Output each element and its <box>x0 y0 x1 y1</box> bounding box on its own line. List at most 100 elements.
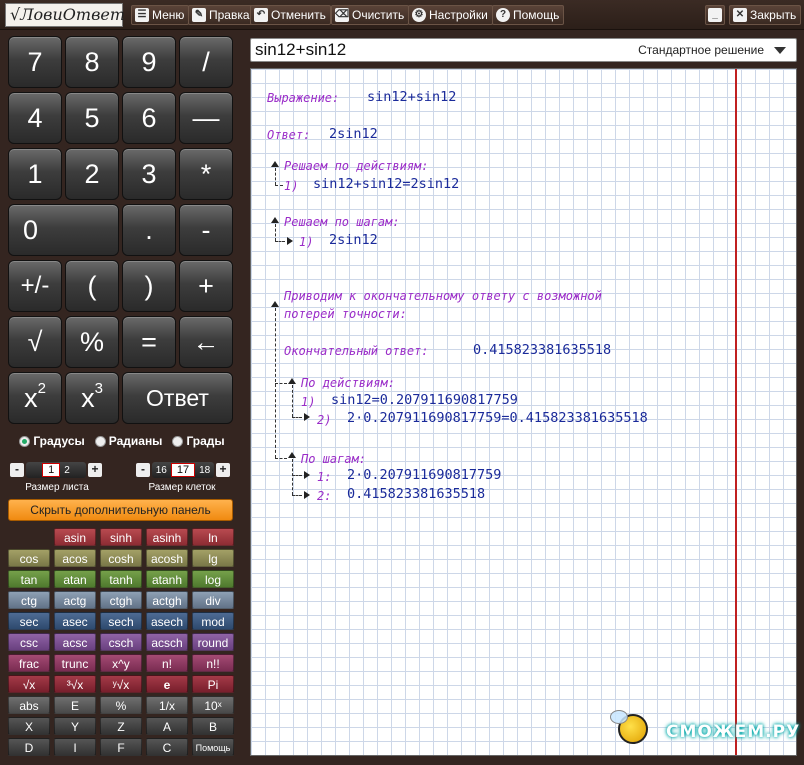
fn-asin[interactable]: asin <box>54 528 96 546</box>
fn-yroot-x[interactable]: ʸ√x <box>100 675 142 693</box>
key-8[interactable]: 8 <box>65 36 119 88</box>
fn-acosh[interactable]: acosh <box>146 549 188 567</box>
var-d[interactable]: D <box>8 738 50 756</box>
fn-help[interactable]: Помощь <box>192 738 234 756</box>
fn-percent[interactable]: % <box>100 696 142 714</box>
cell-size-track[interactable]: 16 17 18 <box>152 462 214 478</box>
var-z[interactable]: Z <box>100 717 142 735</box>
fn-e[interactable]: e <box>146 675 188 693</box>
minimize-button[interactable]: _ <box>705 5 725 25</box>
key-5[interactable]: 5 <box>65 92 119 144</box>
var-a[interactable]: A <box>146 717 188 735</box>
fn-tan[interactable]: tan <box>8 570 50 588</box>
fn-cosh[interactable]: cosh <box>100 549 142 567</box>
help-button[interactable]: ? Помощь <box>492 5 565 25</box>
key-3[interactable]: 3 <box>122 148 176 200</box>
key-x-squared[interactable]: x2 <box>8 372 62 424</box>
fn-sinh[interactable]: sinh <box>100 528 142 546</box>
key-0[interactable]: 0 <box>8 204 119 256</box>
fn-asinh[interactable]: asinh <box>146 528 188 546</box>
expand-icon[interactable] <box>287 237 293 245</box>
key-backspace[interactable]: ← <box>179 316 233 368</box>
fn-csc[interactable]: csc <box>8 633 50 651</box>
fn-acos[interactable]: acos <box>54 549 96 567</box>
fn-csch[interactable]: csch <box>100 633 142 651</box>
key-7[interactable]: 7 <box>8 36 62 88</box>
fn-sqrt-x[interactable]: √x <box>8 675 50 693</box>
radio-degrees-dot[interactable] <box>19 435 31 447</box>
expand-icon[interactable] <box>304 491 310 499</box>
answer-button[interactable]: Ответ <box>122 372 233 424</box>
key-9[interactable]: 9 <box>122 36 176 88</box>
var-b[interactable]: B <box>192 717 234 735</box>
edit-button[interactable]: ✎ Правка <box>188 5 255 25</box>
fn-log[interactable]: log <box>192 570 234 588</box>
hide-panel-button[interactable]: Скрыть дополнительную панель <box>8 499 233 521</box>
solution-mode-select[interactable]: Стандартное решение <box>638 43 786 57</box>
key-divide[interactable]: / <box>179 36 233 88</box>
radio-grads[interactable]: Грады <box>172 434 225 448</box>
fn-acsc[interactable]: acsc <box>54 633 96 651</box>
var-i[interactable]: I <box>54 738 96 756</box>
key-1[interactable]: 1 <box>8 148 62 200</box>
key-percent[interactable]: % <box>65 316 119 368</box>
fn-lg[interactable]: lg <box>192 549 234 567</box>
fn-trunc[interactable]: trunc <box>54 654 96 672</box>
key-x-cubed[interactable]: x3 <box>65 372 119 424</box>
key-equals[interactable]: = <box>122 316 176 368</box>
fn-ctgh[interactable]: ctgh <box>100 591 142 609</box>
fn-cbrt-x[interactable]: ³√x <box>54 675 96 693</box>
fn-atanh[interactable]: atanh <box>146 570 188 588</box>
key-fraction[interactable]: — <box>179 92 233 144</box>
radio-grads-dot[interactable] <box>172 435 184 447</box>
clear-button[interactable]: ⌫ Очистить <box>331 5 410 25</box>
fn-inverse[interactable]: 1/x <box>146 696 188 714</box>
var-y[interactable]: Y <box>54 717 96 735</box>
key-decimal[interactable]: . <box>122 204 176 256</box>
settings-button[interactable]: ⚙ Настройки <box>408 5 493 25</box>
cell-size-increase[interactable]: + <box>216 463 230 477</box>
fn-asec[interactable]: asec <box>54 612 96 630</box>
fn-sech[interactable]: sech <box>100 612 142 630</box>
fn-cos[interactable]: cos <box>8 549 50 567</box>
key-multiply[interactable]: * <box>179 148 233 200</box>
fn-ten-pow-x[interactable]: 10ˣ <box>192 696 234 714</box>
collapse-icon[interactable] <box>288 378 296 384</box>
fn-double-factorial[interactable]: n!! <box>192 654 234 672</box>
sheet-size-increase[interactable]: + <box>88 463 102 477</box>
radio-radians-dot[interactable] <box>94 435 106 447</box>
collapse-icon[interactable] <box>271 301 279 307</box>
fn-div[interactable]: div <box>192 591 234 609</box>
expand-icon[interactable] <box>304 471 310 479</box>
undo-button[interactable]: ↶ Отменить <box>250 5 331 25</box>
fn-factorial[interactable]: n! <box>146 654 188 672</box>
fn-tanh[interactable]: tanh <box>100 570 142 588</box>
sheet-size-decrease[interactable]: - <box>10 463 24 477</box>
key-minus[interactable]: - <box>179 204 233 256</box>
radio-radians[interactable]: Радианы <box>94 434 162 448</box>
key-plus[interactable]: + <box>179 260 233 312</box>
expression-bar[interactable]: sin12+sin12 Стандартное решение <box>250 38 797 62</box>
var-x[interactable]: X <box>8 717 50 735</box>
fn-asech[interactable]: asech <box>146 612 188 630</box>
fn-round[interactable]: round <box>192 633 234 651</box>
fn-mod[interactable]: mod <box>192 612 234 630</box>
fn-frac[interactable]: frac <box>8 654 50 672</box>
fn-pi[interactable]: Pi <box>192 675 234 693</box>
cell-size-decrease[interactable]: - <box>136 463 150 477</box>
collapse-icon[interactable] <box>271 217 279 223</box>
fn-x-pow-y[interactable]: x^y <box>100 654 142 672</box>
fn-sec[interactable]: sec <box>8 612 50 630</box>
fn-acsch[interactable]: acsch <box>146 633 188 651</box>
var-c[interactable]: C <box>146 738 188 756</box>
fn-abs[interactable]: abs <box>8 696 50 714</box>
key-left-paren[interactable]: ( <box>65 260 119 312</box>
key-4[interactable]: 4 <box>8 92 62 144</box>
sheet-size-track[interactable]: 1 2 <box>26 462 86 478</box>
fn-exp-E[interactable]: E <box>54 696 96 714</box>
key-6[interactable]: 6 <box>122 92 176 144</box>
fn-ln[interactable]: ln <box>192 528 234 546</box>
fn-ctg[interactable]: ctg <box>8 591 50 609</box>
key-plus-minus[interactable]: +/- <box>8 260 62 312</box>
collapse-icon[interactable] <box>271 161 279 167</box>
